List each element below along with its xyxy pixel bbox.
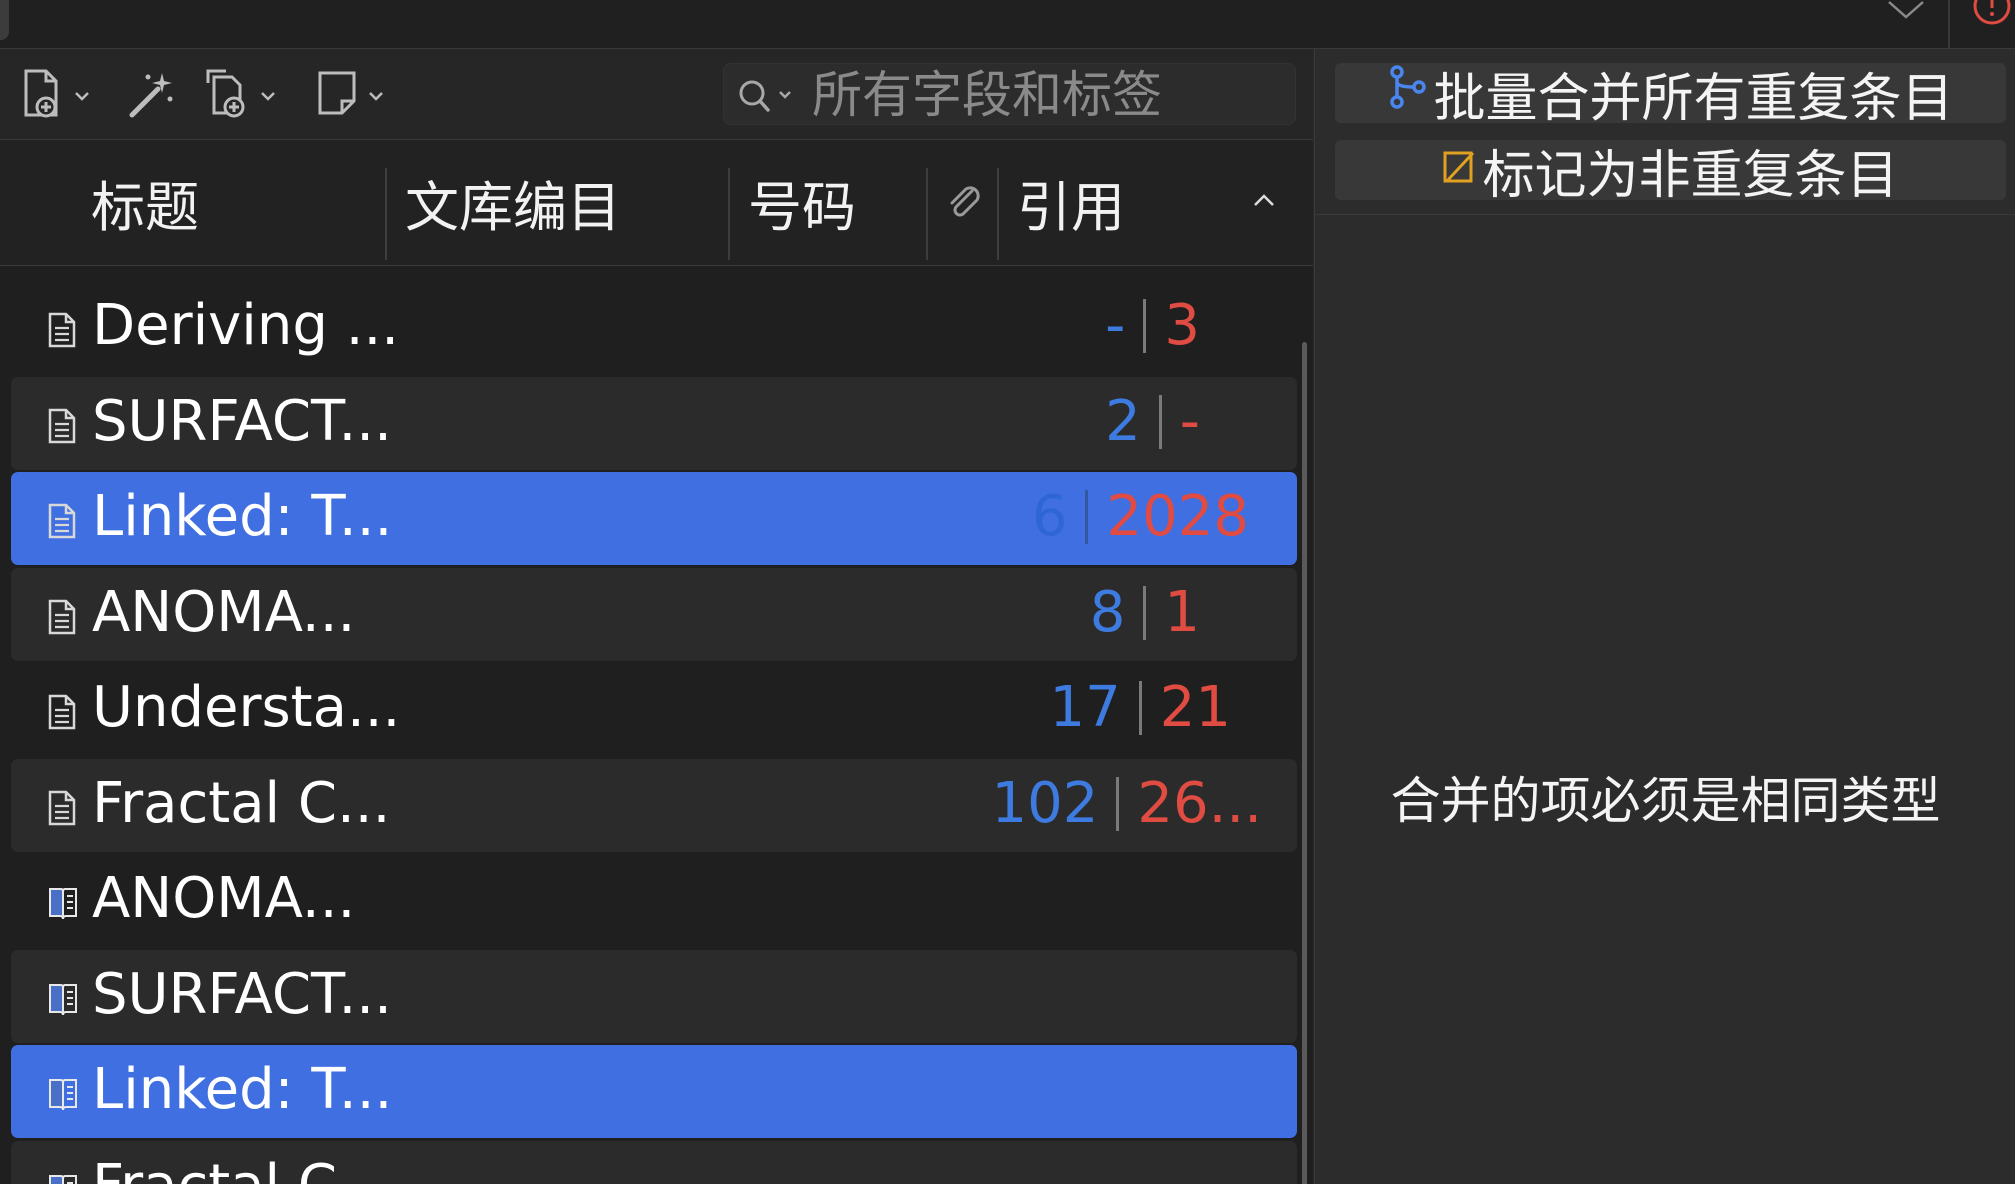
column-divider[interactable]: [385, 168, 387, 260]
row-title: Linked: T...: [92, 1057, 393, 1122]
document-icon: [47, 598, 77, 640]
duplicate-merge-pane: 批量合并所有重复条目 标记为非重复条目 合并的项必须是相同类型: [1314, 49, 2015, 1184]
items-toolbar: 所有字段和标签: [0, 49, 1313, 140]
mark-not-duplicate-button[interactable]: 标记为非重复条目: [1335, 140, 2006, 206]
merge-all-duplicates-button[interactable]: 批量合并所有重复条目: [1335, 63, 2006, 129]
count-blue: 102: [991, 770, 1099, 836]
count-blue: 8: [1089, 579, 1126, 645]
scrollbar[interactable]: [1302, 342, 1307, 1184]
book-icon: [47, 1171, 79, 1184]
citation-counts: -3: [1105, 293, 1200, 359]
search-icon[interactable]: [736, 78, 802, 118]
count-red: -: [1179, 388, 1200, 454]
window-top-bar: [0, 0, 2015, 49]
mark-not-duplicate-icon: [1442, 140, 1482, 200]
citation-counts: 81: [1090, 580, 1200, 646]
table-row[interactable]: Linked: T...: [11, 1045, 1297, 1138]
row-title: Fractal C...: [92, 770, 391, 836]
count-red: 3: [1164, 293, 1200, 358]
citation-counts: 6 2028: [1032, 484, 1249, 550]
count-blue: 6: [1031, 484, 1068, 549]
table-row[interactable]: SURFACT... 2-: [11, 376, 1297, 470]
table-row[interactable]: ANOMA... 8 1: [11, 567, 1297, 661]
alert-icon[interactable]: [1970, 0, 2015, 30]
magic-wand-icon[interactable]: [126, 67, 174, 121]
table-row[interactable]: Fractal C... 102 26...: [11, 758, 1297, 852]
row-title: Understa...: [92, 675, 401, 740]
pane-divider: [1315, 214, 2015, 215]
count-divider: [1158, 394, 1162, 449]
chevron-down-icon[interactable]: [1886, 0, 1926, 24]
document-icon: [47, 407, 77, 449]
row-title: Deriving ...: [92, 293, 400, 358]
table-row[interactable]: SURFACT...: [11, 949, 1297, 1043]
row-title: SURFACT...: [92, 388, 392, 454]
items-pane: 所有字段和标签 标题 文库编目 号码 引用 Deriving ... - 3 S…: [0, 49, 1313, 1184]
row-title: SURFACT...: [92, 961, 392, 1027]
merge-icon: [1387, 63, 1433, 123]
table-row[interactable]: Deriving ... -3: [11, 281, 1297, 374]
add-attachment-button[interactable]: [204, 67, 284, 121]
column-divider[interactable]: [997, 168, 999, 260]
row-title: Fractal C...: [92, 1153, 390, 1184]
count-divider: [1138, 681, 1142, 735]
column-library-catalog[interactable]: 文库编目: [405, 140, 621, 265]
table-row[interactable]: ANOMA...: [11, 854, 1297, 947]
citation-counts: 2-: [1105, 389, 1200, 455]
table-row[interactable]: Linked: T... 6 2028: [11, 472, 1297, 565]
search-field[interactable]: 所有字段和标签: [723, 63, 1296, 125]
citation-counts: 102 26...: [991, 771, 1262, 837]
merge-type-message: 合并的项必须是相同类型: [1390, 772, 1941, 830]
book-icon: [47, 980, 79, 1022]
column-header: 标题 文库编目 号码 引用: [0, 140, 1313, 266]
search-placeholder[interactable]: 所有字段和标签: [812, 70, 1162, 120]
column-divider[interactable]: [728, 168, 730, 260]
table-row[interactable]: Understa... 17 21: [11, 663, 1297, 756]
row-title: ANOMA...: [92, 579, 356, 645]
merge-all-duplicates-label: 批量合并所有重复条目: [1433, 68, 1954, 129]
book-icon: [47, 1075, 79, 1117]
column-title[interactable]: 标题: [91, 140, 199, 265]
count-red: 2028: [1106, 484, 1249, 549]
new-item-button[interactable]: [22, 67, 92, 121]
count-divider: [1143, 299, 1147, 353]
book-icon: [47, 884, 79, 926]
count-divider: [1116, 776, 1120, 831]
count-blue: 17: [1049, 675, 1121, 740]
document-icon: [47, 502, 77, 544]
mark-not-duplicate-label: 标记为非重复条目: [1482, 145, 1899, 206]
document-icon: [47, 789, 77, 831]
paperclip-icon: [944, 171, 984, 234]
count-divider: [1085, 490, 1089, 544]
column-citation[interactable]: 引用: [1017, 140, 1125, 265]
column-attachments[interactable]: [944, 140, 984, 265]
top-divider: [1948, 0, 1950, 48]
document-icon: [47, 311, 77, 353]
document-icon: [47, 693, 77, 735]
count-red: 26...: [1137, 770, 1262, 836]
new-note-button[interactable]: [316, 67, 388, 121]
row-title: ANOMA...: [92, 866, 356, 931]
column-divider[interactable]: [926, 168, 928, 260]
count-divider: [1143, 585, 1147, 640]
count-blue: -: [1105, 293, 1126, 358]
count-red: 1: [1164, 579, 1200, 645]
pane-handle[interactable]: [0, 0, 9, 40]
count-red: 21: [1159, 675, 1231, 740]
count-blue: 2: [1105, 388, 1141, 454]
row-title: Linked: T...: [92, 484, 393, 549]
citation-counts: 17 21: [1049, 675, 1231, 741]
sort-ascending-icon[interactable]: [1253, 192, 1275, 211]
table-row[interactable]: Fractal C...: [11, 1140, 1297, 1184]
column-number[interactable]: 号码: [748, 140, 856, 265]
